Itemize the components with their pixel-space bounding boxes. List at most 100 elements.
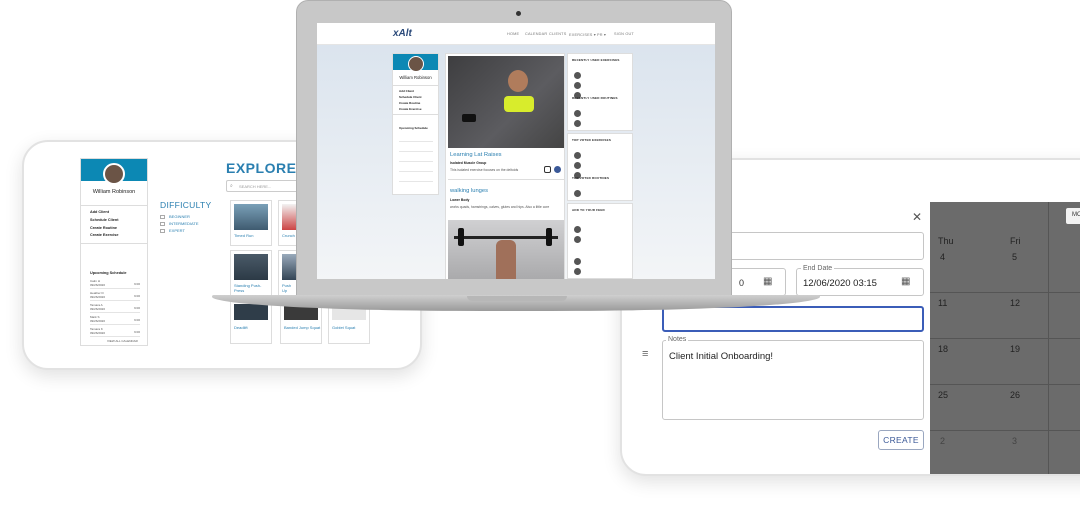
close-icon[interactable]: ✕ <box>912 210 922 224</box>
nav-pr[interactable]: PR ▾ <box>597 32 606 37</box>
schedule-item[interactable]: Tamara A 09/26/2020 9:00 <box>90 303 140 313</box>
panel-row[interactable] <box>574 184 581 202</box>
checkbox[interactable] <box>160 221 165 226</box>
calendar-day[interactable]: 25 <box>938 390 948 400</box>
focused-field[interactable] <box>662 306 924 332</box>
avatar[interactable] <box>103 163 125 185</box>
sidebar-links: Add Client Schedule Client Create Routin… <box>81 205 147 245</box>
post-subtitle: Isolated Muscle Group <box>450 161 487 165</box>
calendar-day[interactable]: 11 <box>938 298 947 308</box>
end-date-field[interactable]: End Date 12/06/2020 03:15 ▦ <box>796 265 924 296</box>
schedule-item[interactable]: Heather D 09/26/2020 9:00 <box>90 291 140 301</box>
schedule-item[interactable] <box>399 134 433 142</box>
schedule-item-date: 09/26/2020 <box>90 283 106 287</box>
panel-row[interactable] <box>574 114 581 132</box>
panel-row[interactable] <box>574 230 581 248</box>
nav-clients[interactable]: CLIENTS <box>549 32 566 36</box>
exercise-card[interactable]: Push Up <box>278 250 298 296</box>
difficulty-option-intermediate[interactable]: INTERMEDIATE <box>160 221 198 226</box>
calendar-day[interactable]: 3 <box>1012 436 1017 446</box>
instagram-icon[interactable] <box>544 166 551 173</box>
schedule-item[interactable]: Calm H 09/26/2020 9:00 <box>90 279 140 289</box>
calendar-icon[interactable]: ▦ <box>763 276 772 287</box>
schedule-item-time: 9:00 <box>134 318 140 322</box>
exercise-card[interactable]: Deadlift <box>230 300 272 344</box>
sidebar-link-create-exercise[interactable]: Create Exercise <box>399 106 432 112</box>
user-avatar <box>574 236 581 243</box>
create-button[interactable]: CREATE <box>878 430 924 450</box>
routine-avatar <box>574 190 581 197</box>
schedule-item[interactable] <box>399 144 433 152</box>
sidebar-link-schedule-client[interactable]: Schedule Client <box>90 217 138 225</box>
panel-title: ADD TO YOUR FEED <box>572 208 605 212</box>
schedule-item[interactable] <box>399 174 433 182</box>
end-date-label: End Date <box>801 265 835 272</box>
panel-row[interactable] <box>574 86 581 104</box>
exercise-card-label: Goblet Squat <box>332 325 356 330</box>
sidebar-link-create-exercise[interactable]: Create Exercise <box>90 232 138 240</box>
schedule-item-date: 09/26/2020 <box>90 319 106 323</box>
calendar-day[interactable]: 5 <box>1012 252 1017 262</box>
app-logo[interactable]: xAlt <box>393 28 412 39</box>
top-voted-panel: TOP VOTED EXERCISES TOP VOTED ROUTINES <box>567 133 633 201</box>
end-date-value: 12/06/2020 03:15 <box>803 278 877 289</box>
calendar-day[interactable]: 19 <box>1010 344 1020 354</box>
panel-title: TOP VOTED EXERCISES <box>572 138 612 142</box>
option-label: INTERMEDIATE <box>169 221 199 226</box>
post-description: works quads, hamstrings, calves, glutes … <box>450 205 550 209</box>
barbell-plate <box>546 228 552 246</box>
search-input[interactable]: ⌕ SEARCH HERE... <box>226 180 306 192</box>
notes-textarea[interactable]: Client Initial Onboarding! <box>662 340 924 420</box>
schedule-item[interactable]: Tamara K 09/26/2020 9:00 <box>90 327 140 337</box>
panel-title: RECENTLY USED ROUTINES <box>572 96 618 100</box>
start-date-value: 0 <box>739 278 745 288</box>
post-title[interactable]: walking lunges <box>450 188 488 194</box>
schedule-item-time: 9:00 <box>134 330 140 334</box>
nav-sign-out[interactable]: SIGN OUT <box>614 32 634 36</box>
avatar[interactable] <box>408 56 424 72</box>
nav-exercises[interactable]: EXERCISES ▾ <box>569 32 596 37</box>
post-title[interactable]: Learning Lat Raises <box>450 152 502 158</box>
view-all-calendar-link[interactable]: VIEW ALL CALENDAR <box>107 339 138 343</box>
sidebar-link-create-routine[interactable]: Create Routine <box>90 225 138 233</box>
exercise-card[interactable]: Timed Run <box>230 200 272 246</box>
month-view-button[interactable]: MO <box>1066 208 1080 224</box>
athlete-figure <box>508 70 528 92</box>
recent-panel: RECENTLY USED EXERCISES RECENTLY USED RO… <box>567 53 633 131</box>
panel-row[interactable] <box>574 166 581 184</box>
schedule-item[interactable] <box>399 164 433 172</box>
panel-title: TOP VOTED ROUTINES <box>572 176 610 180</box>
search-placeholder: SEARCH HERE... <box>239 184 272 189</box>
calendar-day[interactable]: 4 <box>940 252 945 262</box>
nav-home[interactable]: HOME <box>507 32 519 36</box>
upcoming-schedule-title: Upcoming Schedule <box>399 126 428 130</box>
laptop-lid: xAlt HOME CALENDAR CLIENTS EXERCISES ▾ P… <box>296 0 732 296</box>
difficulty-option-beginner[interactable]: BEGINNER <box>160 214 190 219</box>
option-label: EXPERT <box>169 228 185 233</box>
calendar-day[interactable]: 2 <box>940 436 945 446</box>
checkbox[interactable] <box>160 228 165 233</box>
post-image <box>448 220 564 279</box>
add-to-feed-panel: ADD TO YOUR FEED <box>567 203 633 279</box>
schedule-item[interactable]: Mark S 09/26/2020 9:00 <box>90 315 140 325</box>
grid-line <box>930 292 1080 293</box>
exercise-thumbnail <box>234 304 268 320</box>
calendar-day[interactable]: 12 <box>1010 298 1020 308</box>
panel-row[interactable] <box>574 262 581 279</box>
schedule-item[interactable] <box>399 154 433 162</box>
post-description: This isolated exercise focuses on the de… <box>450 168 519 172</box>
nav-calendar[interactable]: CALENDAR <box>525 32 547 36</box>
exercise-card-label: Standing Push-Press <box>234 283 262 293</box>
difficulty-option-expert[interactable]: EXPERT <box>160 228 185 233</box>
facebook-icon[interactable] <box>554 166 561 173</box>
post-image <box>448 56 564 148</box>
post-subtitle: Lower Body <box>450 198 470 202</box>
calendar-icon[interactable]: ▦ <box>901 276 910 287</box>
sidebar-link-add-client[interactable]: Add Client <box>90 209 138 217</box>
exercise-card[interactable]: Crunch <box>278 200 298 246</box>
search-icon: ⌕ <box>230 183 233 189</box>
exercise-card[interactable]: Standing Push-Press <box>230 250 272 296</box>
calendar-day[interactable]: 26 <box>1010 390 1020 400</box>
calendar-day[interactable]: 18 <box>938 344 948 354</box>
checkbox[interactable] <box>160 214 165 219</box>
